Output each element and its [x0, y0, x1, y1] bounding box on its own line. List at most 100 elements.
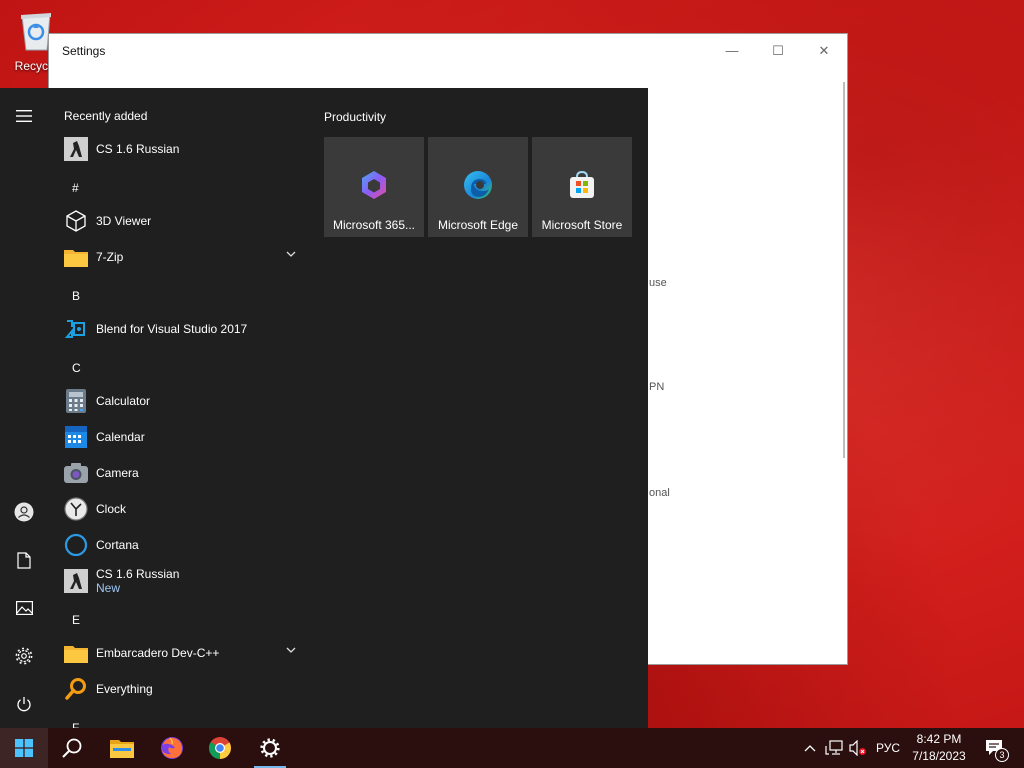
window-title: Settings	[62, 43, 106, 58]
chevron-down-icon[interactable]	[286, 251, 296, 257]
search-button[interactable]	[48, 728, 96, 768]
search-icon	[62, 738, 82, 758]
taskbar: РУС 8:42 PM 7/18/2023 3	[0, 728, 1024, 768]
letter-header-c[interactable]: C	[72, 361, 81, 375]
power-button[interactable]	[0, 684, 48, 724]
tile-microsoft-edge[interactable]: Microsoft Edge	[428, 137, 528, 237]
start-button[interactable]	[0, 728, 48, 768]
letter-header-hash[interactable]: #	[72, 181, 79, 195]
documents-button[interactable]	[0, 540, 48, 580]
close-button[interactable]: ✕	[801, 34, 847, 67]
app-folder-7zip[interactable]: 7-Zip	[64, 239, 304, 275]
chrome-icon	[209, 737, 231, 759]
file-explorer-button[interactable]	[98, 728, 146, 768]
settings-scrollbar[interactable]	[843, 82, 845, 458]
clock-time: 8:42 PM	[916, 732, 962, 746]
volume-button[interactable]	[847, 728, 869, 768]
app-item-clock[interactable]: Clock	[64, 491, 304, 527]
app-label: Calculator	[96, 394, 151, 408]
firefox-button[interactable]	[148, 728, 196, 768]
notification-count-badge: 3	[995, 748, 1009, 762]
app-label: Embarcadero Dev-C++	[96, 646, 220, 660]
app-item-blend[interactable]: Blend for Visual Studio 2017	[64, 311, 304, 347]
letter-header-e[interactable]: E	[72, 613, 80, 627]
maximize-button[interactable]: ☐	[755, 34, 801, 67]
tile-label: Microsoft Store	[541, 218, 623, 232]
app-label: CS 1.6 Russian	[96, 142, 180, 156]
settings-icon	[260, 738, 280, 758]
app-item-calculator[interactable]: Calculator	[64, 383, 304, 419]
tile-microsoft-store[interactable]: Microsoft Store	[532, 137, 632, 237]
account-button[interactable]	[0, 492, 48, 532]
clock-date: 7/18/2023	[912, 749, 966, 763]
app-item-3d-viewer[interactable]: 3D Viewer	[64, 203, 304, 239]
settings-peek-text-3: onal	[649, 487, 670, 499]
windows-logo-icon	[15, 739, 33, 757]
app-item-everything[interactable]: Everything	[64, 671, 304, 707]
app-folder-embarcadero[interactable]: Embarcadero Dev-C++	[64, 635, 304, 671]
letter-header-f[interactable]: F	[72, 721, 79, 728]
firefox-icon	[161, 737, 183, 759]
settings-taskbar-button[interactable]	[246, 728, 294, 768]
calculator-icon	[64, 389, 88, 413]
folder-icon	[64, 641, 88, 665]
app-label: Calendar	[96, 430, 145, 444]
cs-icon	[64, 569, 88, 593]
network-icon	[825, 740, 843, 755]
blend-icon	[64, 317, 88, 341]
show-hidden-icons-button[interactable]	[800, 728, 820, 768]
volume-muted-icon	[849, 740, 866, 756]
app-label: Clock	[96, 502, 127, 516]
network-button[interactable]	[823, 728, 845, 768]
chevron-down-icon[interactable]	[286, 647, 296, 653]
action-center-button[interactable]: 3	[978, 728, 1012, 768]
hamburger-icon	[16, 110, 32, 122]
app-label: Everything	[96, 682, 153, 696]
microsoft365-icon	[362, 171, 386, 199]
app-label: Cortana	[96, 538, 139, 552]
minimize-button[interactable]: —	[709, 34, 755, 67]
cube-icon	[64, 209, 88, 233]
edge-icon	[464, 171, 492, 199]
store-icon	[570, 170, 594, 198]
tile-label: Microsoft Edge	[437, 218, 519, 232]
settings-peek-text-2: PN	[649, 381, 665, 393]
tile-microsoft-365[interactable]: Microsoft 365...	[324, 137, 424, 237]
app-item-cs16-recent[interactable]: CS 1.6 Russian	[64, 131, 304, 167]
tile-label: Microsoft 365...	[332, 218, 416, 232]
file-explorer-icon	[110, 740, 134, 758]
settings-button[interactable]	[0, 636, 48, 676]
expand-menu-button[interactable]	[0, 96, 48, 136]
start-rail	[0, 88, 48, 728]
app-item-cortana[interactable]: Cortana	[64, 527, 304, 563]
app-label: CS 1.6 Russian	[96, 567, 180, 581]
camera-icon	[64, 461, 88, 485]
cs-icon	[64, 137, 88, 161]
chrome-button[interactable]	[196, 728, 244, 768]
tiles-group-header[interactable]: Productivity	[324, 110, 386, 124]
app-label: 3D Viewer	[96, 214, 152, 228]
chevron-up-icon	[804, 745, 816, 752]
everything-icon	[64, 677, 88, 701]
app-label: Camera	[96, 466, 139, 480]
app-item-cs16[interactable]: CS 1.6 Russian New	[64, 563, 304, 599]
pictures-button[interactable]	[0, 588, 48, 628]
recently-added-header: Recently added	[64, 109, 148, 123]
app-item-camera[interactable]: Camera	[64, 455, 304, 491]
user-icon	[14, 502, 34, 522]
app-label: 7-Zip	[96, 250, 124, 264]
settings-peek-text-1: use	[649, 277, 667, 289]
folder-icon	[64, 245, 88, 269]
input-language-indicator[interactable]: РУС	[872, 728, 904, 768]
pictures-icon	[15, 601, 33, 615]
app-list[interactable]: Recently added CS 1.6 Russian # 3D Viewe…	[48, 88, 308, 728]
document-icon	[17, 551, 31, 569]
new-badge: New	[96, 581, 121, 595]
app-item-calendar[interactable]: Calendar	[64, 419, 304, 455]
cortana-icon	[64, 533, 88, 557]
letter-header-b[interactable]: B	[72, 289, 80, 303]
clock-button[interactable]: 8:42 PM 7/18/2023	[906, 731, 972, 765]
app-label: Blend for Visual Studio 2017	[96, 322, 248, 336]
power-icon	[17, 697, 31, 712]
clock-icon	[64, 497, 88, 521]
